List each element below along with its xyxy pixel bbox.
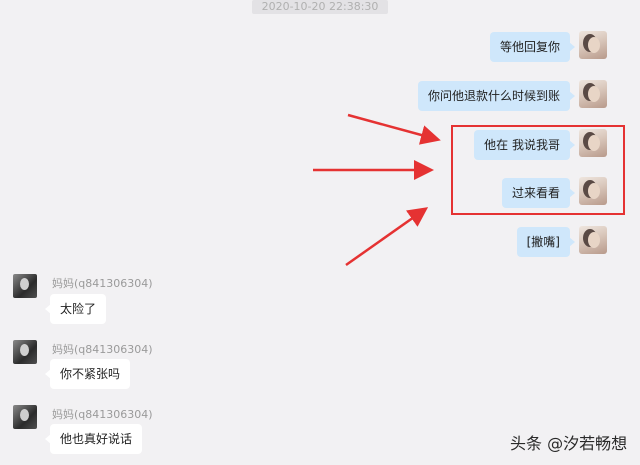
watermark: 头条 @汐若畅想 [510, 434, 628, 453]
arrow-3 [345, 207, 429, 267]
sender-name: 妈妈(q841306304) [52, 408, 153, 421]
arrow-1 [347, 113, 441, 145]
avatar-face-icon [20, 409, 29, 421]
sender-name: 妈妈(q841306304) [52, 343, 153, 356]
message-bubble-incoming[interactable]: 你不紧张吗 [44, 359, 131, 389]
message-bubble-incoming[interactable]: 他也真好说话 [44, 424, 143, 454]
sender-name: 妈妈(q841306304) [52, 277, 153, 290]
avatar-face-icon [20, 344, 29, 356]
contact-avatar[interactable] [13, 405, 37, 429]
contact-avatar[interactable] [13, 340, 37, 364]
avatar-face-icon [20, 278, 29, 290]
contact-avatar[interactable] [13, 274, 37, 298]
annotation-arrows [313, 113, 441, 267]
message-bubble-incoming[interactable]: 太险了 [44, 294, 107, 324]
